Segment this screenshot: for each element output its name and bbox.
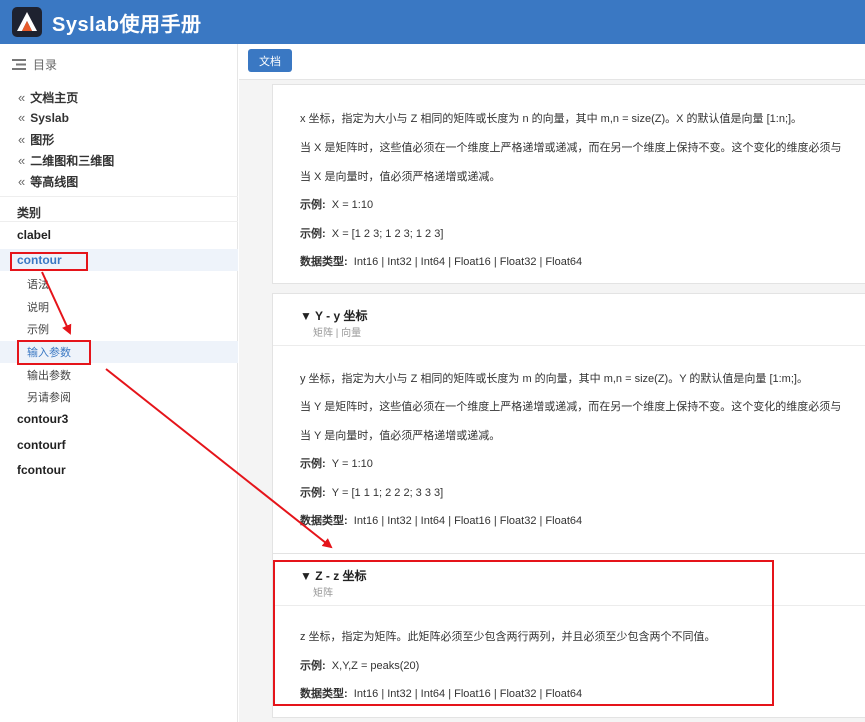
x-matrix-note: 当 X 是矩阵时，这些值必须在一个维度上严格递增或递减，而在另一个维度上保持不变… [300,142,842,154]
double-chevron-left-icon: « [18,90,26,105]
nav-item-fcontour[interactable]: fcontour [17,463,66,477]
sub-item-output-arguments[interactable]: 输出参数 [27,367,71,383]
app-title: Syslab使用手册 [52,13,202,36]
x-example-1: 示例: X = 1:10 [300,199,374,211]
x-description: x 坐标，指定为大小与 Z 相同的矩阵或长度为 n 的向量，其中 m,n = s… [300,113,803,125]
double-chevron-left-icon: « [18,132,26,147]
sub-item-examples[interactable]: 示例 [27,321,49,337]
sub-item-syntax[interactable]: 语法 [27,276,49,292]
sub-item-see-also[interactable]: 另请参阅 [27,389,71,405]
sidebar: 目录 «文档主页 «Syslab «图形 «二维图和三维图 «等高线图 类别 c… [0,44,238,722]
param-card-x: x 坐标，指定为大小与 Z 相同的矩阵或长度为 n 的向量，其中 m,n = s… [272,84,865,284]
breadcrumb-syslab[interactable]: «Syslab [18,110,69,125]
double-chevron-left-icon: « [18,174,26,189]
menu-icon [12,59,26,70]
breadcrumb-graphics[interactable]: «图形 [18,131,54,148]
y-matrix-note: 当 Y 是矩阵时，这些值必须在一个维度上严格递增或递减，而在另一个维度上保持不变… [300,401,842,413]
double-chevron-left-icon: « [18,153,26,168]
nav-item-clabel[interactable]: clabel [17,228,51,242]
x-example-2: 示例: X = [1 2 3; 1 2 3; 1 2 3] [300,228,444,240]
syslab-logo-icon [12,7,42,37]
app-header: Syslab使用手册 [0,0,865,44]
annotation-box-z-param [273,560,774,706]
param-y-header[interactable]: ▼ Y - y 坐标 矩阵 | 向量 [273,294,865,346]
tab-bar: 文档 [239,44,865,80]
divider [0,221,238,222]
y-vector-note: 当 Y 是向量时，值必须严格递增或递减。 [300,430,501,442]
nav-item-contourf[interactable]: contourf [17,438,66,452]
category-label: 类别 [17,206,42,220]
toc-toggle[interactable]: 目录 [12,56,57,73]
annotation-box-input-args [17,340,91,365]
sub-item-description[interactable]: 说明 [27,299,49,315]
annotation-box-contour [10,252,88,271]
param-y-title: ▼ Y - y 坐标 [300,309,368,323]
toc-label: 目录 [33,58,58,72]
param-card-y: ▼ Y - y 坐标 矩阵 | 向量 y 坐标，指定为大小与 Z 相同的矩阵或长… [272,293,865,588]
y-data-types: 数据类型: Int16 | Int32 | Int64 | Float16 | … [300,515,583,527]
tab-document[interactable]: 文档 [248,49,292,72]
divider [0,196,238,197]
double-chevron-left-icon: « [18,110,26,125]
x-data-types: 数据类型: Int16 | Int32 | Int64 | Float16 | … [300,256,583,268]
breadcrumb-home[interactable]: «文档主页 [18,89,78,106]
nav-item-contour3[interactable]: contour3 [17,412,68,426]
param-y-subtitle: 矩阵 | 向量 [313,328,362,339]
y-description: y 坐标，指定为大小与 Z 相同的矩阵或长度为 m 的向量，其中 m,n = s… [300,373,808,385]
breadcrumb-contour-plots[interactable]: «等高线图 [18,173,78,190]
y-example-2: 示例: Y = [1 1 1; 2 2 2; 3 3 3] [300,487,444,499]
y-example-1: 示例: Y = 1:10 [300,458,373,470]
x-vector-note: 当 X 是向量时，值必须严格递增或递减。 [300,171,501,183]
breadcrumb-2d-3d[interactable]: «二维图和三维图 [18,152,114,169]
